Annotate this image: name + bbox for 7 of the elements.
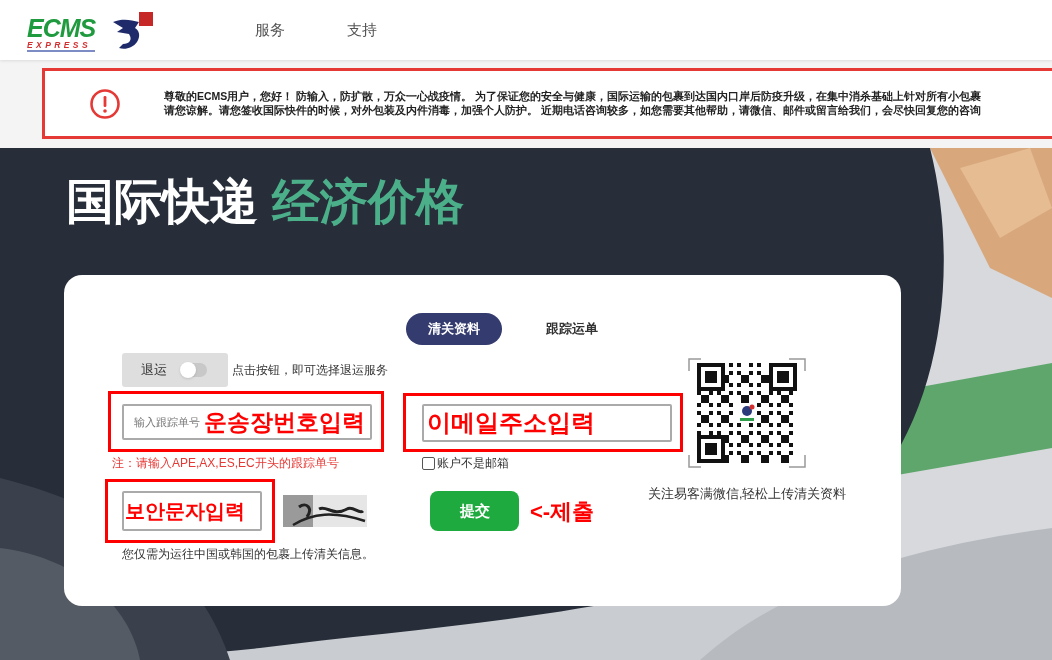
nav-link[interactable]: 支持 (347, 18, 377, 42)
logo-tagline: EXPRESS (27, 40, 96, 52)
notice-text: 请您谅解。请您签收国际快件的时候，对外包装及内件消毒，加强个人防护。 近期电话咨询较多，如您需要其他帮助，请微信、邮件或留言给我们，会尽快回复您的咨询 (164, 104, 982, 117)
notice-text: 尊敬的ECMS用户，您好！ 防输入，防扩散，万众一心战疫情。 为了保证您的安全与健康，国际运输的包裹到达国内口岸后防疫升级，在集中消杀基础上针对所有小包裹 (164, 90, 982, 103)
nav-link[interactable]: 服务 (255, 18, 285, 42)
logo-wordmark: ECMS (27, 15, 96, 41)
alert-icon (89, 87, 121, 120)
